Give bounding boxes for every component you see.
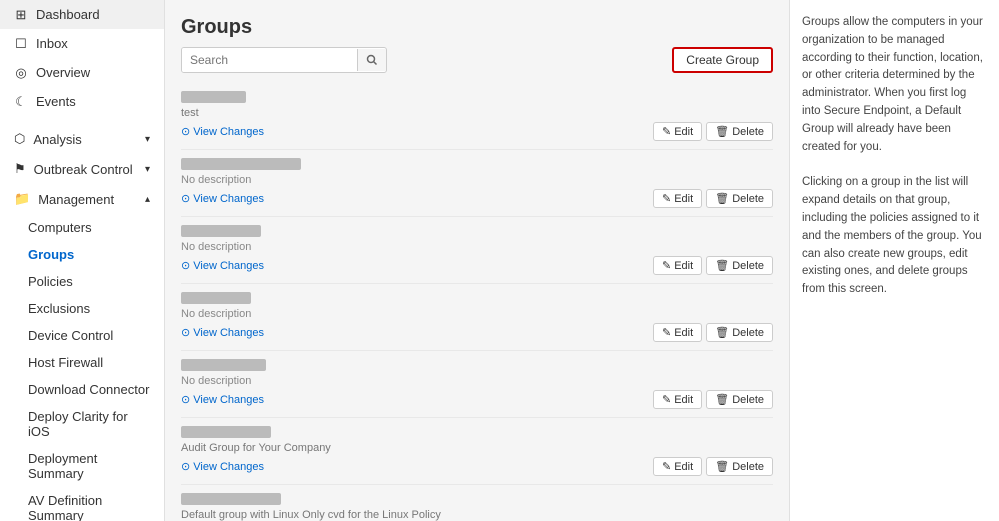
sidebar: ⊞ Dashboard ☐ Inbox ◎ Overview ☾ Events …: [0, 0, 165, 521]
view-changes-link[interactable]: ⊙ View Changes: [181, 393, 264, 406]
create-group-button[interactable]: Create Group: [672, 47, 773, 73]
page-title: Groups: [181, 16, 773, 39]
group-description: test: [181, 107, 773, 119]
sidebar-item-groups[interactable]: Groups: [0, 241, 164, 268]
content-header: Groups: [165, 0, 789, 47]
sidebar-item-av-definition[interactable]: AV Definition Summary: [0, 487, 164, 521]
sidebar-item-computers[interactable]: Computers: [0, 214, 164, 241]
toolbar-row: Create Group: [181, 47, 773, 73]
action-buttons: ✎ Edit 🗑 Delete: [653, 457, 773, 476]
view-changes-link[interactable]: ⊙ View Changes: [181, 259, 264, 272]
group-description: Default group with Linux Only cvd for th…: [181, 509, 773, 521]
delete-button[interactable]: 🗑 Delete: [706, 457, 773, 476]
view-changes-link[interactable]: ⊙ View Changes: [181, 125, 264, 138]
table-row: Default group with Linux Only cvd for th…: [181, 485, 773, 521]
sidebar-item-dashboard[interactable]: ⊞ Dashboard: [0, 0, 164, 29]
group-actions: ⊙ View Changes ✎ Edit 🗑 Delete: [181, 323, 773, 342]
edit-button[interactable]: ✎ Edit: [653, 323, 702, 342]
edit-button[interactable]: ✎ Edit: [653, 390, 702, 409]
search-input[interactable]: [182, 48, 357, 72]
dashboard-icon: ⊞: [14, 8, 28, 22]
group-name-bar: [181, 91, 246, 103]
sidebar-item-policies[interactable]: Policies: [0, 268, 164, 295]
group-actions: ⊙ View Changes ✎ Edit 🗑 Delete: [181, 457, 773, 476]
action-buttons: ✎ Edit 🗑 Delete: [653, 323, 773, 342]
table-row: Audit Group for Your Company ⊙ View Chan…: [181, 418, 773, 485]
view-changes-link[interactable]: ⊙ View Changes: [181, 192, 264, 205]
table-row: No description ⊙ View Changes ✎ Edit 🗑 D…: [181, 150, 773, 217]
edit-button[interactable]: ✎ Edit: [653, 457, 702, 476]
inbox-icon: ☐: [14, 37, 28, 51]
info-panel: Groups allow the computers in your organ…: [789, 0, 999, 521]
sidebar-item-exclusions[interactable]: Exclusions: [0, 295, 164, 322]
action-buttons: ✎ Edit 🗑 Delete: [653, 390, 773, 409]
group-list: test ⊙ View Changes ✎ Edit 🗑 Delete No d…: [181, 83, 773, 521]
group-name-bar: [181, 292, 251, 304]
sidebar-item-deployment-summary[interactable]: Deployment Summary: [0, 445, 164, 487]
group-name-bar: [181, 158, 301, 170]
edit-button[interactable]: ✎ Edit: [653, 122, 702, 141]
group-description: No description: [181, 375, 773, 387]
overview-icon: ◎: [14, 66, 28, 80]
group-description: No description: [181, 308, 773, 320]
group-name-bar: [181, 225, 261, 237]
view-changes-link[interactable]: ⊙ View Changes: [181, 326, 264, 339]
content-body: Create Group test ⊙ View Changes ✎ Edit …: [165, 47, 789, 521]
sidebar-item-host-firewall[interactable]: Host Firewall: [0, 349, 164, 376]
search-icon: [366, 54, 378, 66]
events-icon: ☾: [14, 95, 28, 109]
analysis-icon: ⬡: [14, 131, 25, 147]
sidebar-item-outbreak-control[interactable]: ⚑ Outbreak Control ▾: [0, 154, 164, 184]
management-icon: 📁: [14, 191, 30, 207]
content-area: Groups Create Group: [165, 0, 789, 521]
delete-button[interactable]: 🗑 Delete: [706, 390, 773, 409]
table-row: test ⊙ View Changes ✎ Edit 🗑 Delete: [181, 83, 773, 150]
sidebar-item-analysis[interactable]: ⬡ Analysis ▾: [0, 124, 164, 154]
sidebar-item-device-control[interactable]: Device Control: [0, 322, 164, 349]
delete-button[interactable]: 🗑 Delete: [706, 122, 773, 141]
info-panel-text-2: Clicking on a group in the list will exp…: [802, 174, 987, 299]
group-actions: ⊙ View Changes ✎ Edit 🗑 Delete: [181, 390, 773, 409]
sidebar-item-management[interactable]: 📁 Management ▴: [0, 184, 164, 214]
action-buttons: ✎ Edit 🗑 Delete: [653, 189, 773, 208]
group-name-bar: [181, 426, 271, 438]
group-description: No description: [181, 241, 773, 253]
group-name-bar: [181, 359, 266, 371]
table-row: No description ⊙ View Changes ✎ Edit 🗑 D…: [181, 217, 773, 284]
delete-button[interactable]: 🗑 Delete: [706, 323, 773, 342]
group-actions: ⊙ View Changes ✎ Edit 🗑 Delete: [181, 189, 773, 208]
group-description: No description: [181, 174, 773, 186]
sidebar-item-events[interactable]: ☾ Events: [0, 87, 164, 116]
main-content: Groups Create Group: [165, 0, 999, 521]
table-row: No description ⊙ View Changes ✎ Edit 🗑 D…: [181, 284, 773, 351]
action-buttons: ✎ Edit 🗑 Delete: [653, 122, 773, 141]
edit-button[interactable]: ✎ Edit: [653, 256, 702, 275]
group-actions: ⊙ View Changes ✎ Edit 🗑 Delete: [181, 256, 773, 275]
sidebar-item-overview[interactable]: ◎ Overview: [0, 58, 164, 87]
sidebar-item-inbox[interactable]: ☐ Inbox: [0, 29, 164, 58]
group-description: Audit Group for Your Company: [181, 442, 773, 454]
management-chevron: ▴: [145, 194, 150, 205]
analysis-chevron: ▾: [145, 134, 150, 145]
group-name-bar: [181, 493, 281, 505]
action-buttons: ✎ Edit 🗑 Delete: [653, 256, 773, 275]
delete-button[interactable]: 🗑 Delete: [706, 256, 773, 275]
search-button[interactable]: [357, 49, 386, 71]
sidebar-item-deploy-clarity[interactable]: Deploy Clarity for iOS: [0, 403, 164, 445]
sidebar-item-download-connector[interactable]: Download Connector: [0, 376, 164, 403]
info-panel-text: Groups allow the computers in your organ…: [802, 14, 987, 157]
group-actions: ⊙ View Changes ✎ Edit 🗑 Delete: [181, 122, 773, 141]
edit-button[interactable]: ✎ Edit: [653, 189, 702, 208]
view-changes-link[interactable]: ⊙ View Changes: [181, 460, 264, 473]
outbreak-chevron: ▾: [145, 164, 150, 175]
search-box: [181, 47, 387, 73]
outbreak-icon: ⚑: [14, 161, 26, 177]
delete-button[interactable]: 🗑 Delete: [706, 189, 773, 208]
table-row: No description ⊙ View Changes ✎ Edit 🗑 D…: [181, 351, 773, 418]
